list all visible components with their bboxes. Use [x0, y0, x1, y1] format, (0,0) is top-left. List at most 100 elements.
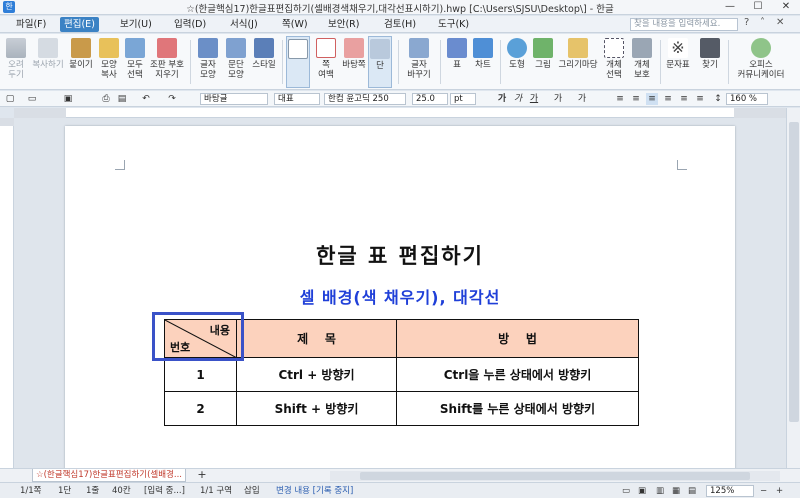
menu-review[interactable]: 검토(H) [380, 17, 420, 32]
undo-icon[interactable]: ↶ [140, 93, 152, 105]
minimize-button[interactable]: — [716, 0, 744, 15]
find-button[interactable]: 찾기 [696, 36, 724, 88]
drawing-gallery-button[interactable]: 그리기마당 [556, 36, 600, 88]
status-page[interactable]: 1/1쪽 [20, 485, 42, 497]
paste-button[interactable]: 붙이기 [66, 36, 96, 88]
close-button[interactable]: ✕ [772, 0, 800, 15]
cut-button[interactable]: 오려 두기 [2, 36, 30, 88]
status-mode[interactable]: 삽입 [244, 485, 260, 497]
view-zoom-icon[interactable]: ▤ [688, 485, 696, 497]
table-cell[interactable]: 2 [164, 391, 237, 426]
strike-icon[interactable]: 가 [552, 93, 564, 105]
select-all-button[interactable]: 모두 선택 [122, 36, 148, 88]
remove-codes-button[interactable]: 조판 부호 지우기 [148, 36, 186, 88]
columns-icon [370, 39, 390, 59]
maximize-button[interactable]: ☐ [744, 0, 772, 15]
table-cell[interactable]: Ctrl을 누른 상태에서 방향키 [396, 357, 639, 392]
table-cell[interactable]: Shift를 누른 상태에서 방향키 [396, 391, 639, 426]
table-button[interactable]: 표 [444, 36, 470, 88]
status-track-changes[interactable]: 변경 내용 [기록 중지] [276, 485, 353, 497]
page-view-button[interactable] [286, 36, 310, 88]
page-margin-button[interactable]: 쪽 여백 [312, 36, 340, 88]
office-communicator-button[interactable]: 오피스 커뮤니케이터 [732, 36, 790, 88]
align-center-icon[interactable]: ≡ [646, 93, 658, 105]
copy-button[interactable]: 복사하기 [30, 36, 66, 88]
table-cell[interactable]: 1 [164, 357, 237, 392]
replace-chars-button[interactable]: 글자 바꾸기 [402, 36, 436, 88]
help-icon[interactable]: ? [744, 17, 749, 28]
scroll-thumb[interactable] [789, 122, 799, 422]
document-subtitle[interactable]: 셀 배경(색 채우기), 대각선 [65, 284, 735, 308]
preview-icon[interactable]: ▤ [116, 93, 128, 105]
para-shape-button[interactable]: 문단 모양 [222, 36, 250, 88]
picture-button[interactable]: 그림 [530, 36, 556, 88]
table-cell[interactable]: Shift + 방향키 [236, 391, 397, 426]
view-normal-icon[interactable]: ▭ [622, 485, 630, 497]
new-doc-icon[interactable]: ▢ [4, 93, 16, 105]
menu-format[interactable]: 서식(J) [226, 17, 262, 32]
font-select[interactable]: 한컴 윤고딕 250 [324, 93, 406, 105]
bold-icon[interactable]: 가 [496, 93, 508, 105]
hscroll-thumb[interactable] [360, 472, 750, 480]
document-title[interactable]: 한글 표 편집하기 [65, 240, 735, 270]
view-page-icon[interactable]: ▣ [638, 485, 646, 497]
table-cell[interactable]: Ctrl + 방향키 [236, 357, 397, 392]
symbol-button[interactable]: ※ 문자표 [664, 36, 692, 88]
zoom-select[interactable]: 125% [706, 485, 754, 497]
menu-security[interactable]: 보안(R) [324, 17, 364, 32]
shape-button[interactable]: 도형 [504, 36, 530, 88]
font-size-input[interactable]: 25.0 [412, 93, 448, 105]
document-tab[interactable]: ☆(한글핵심17)한글표편집하기(셀배경... [32, 469, 186, 482]
menu-edit[interactable]: 편집(E) [60, 17, 99, 32]
print-icon[interactable]: ⎙ [100, 93, 112, 105]
style-button[interactable]: 스타일 [250, 36, 278, 88]
align-left-icon[interactable]: ≡ [630, 93, 642, 105]
menu-file[interactable]: 파일(F) [12, 17, 50, 32]
table-header-cell[interactable]: 제 목 [236, 319, 397, 358]
ribbon-close-icon[interactable]: ✕ [776, 17, 784, 28]
crop-mark [677, 160, 687, 170]
add-tab-button[interactable]: + [192, 469, 212, 482]
font-unit-select[interactable]: pt [450, 93, 476, 105]
divide-icon[interactable]: ≡ [694, 93, 706, 105]
columns-button[interactable]: 단 [368, 36, 392, 88]
master-page-button[interactable]: 바탕쪽 [340, 36, 368, 88]
ribbon-toggle-icon[interactable]: ˄ [760, 17, 765, 28]
align-justify-icon[interactable]: ≡ [614, 93, 626, 105]
vertical-ruler[interactable] [0, 118, 14, 468]
zoom-in-icon[interactable]: + [776, 485, 783, 497]
object-select-button[interactable]: 개체 선택 [600, 36, 628, 88]
zoom-out-icon[interactable]: − [760, 485, 767, 497]
line-spacing-icon[interactable]: ↕ [712, 93, 724, 105]
open-folder-icon[interactable]: ▭ [26, 93, 38, 105]
save-icon[interactable]: ▣ [62, 93, 74, 105]
horizontal-ruler[interactable] [14, 108, 786, 118]
underline-icon[interactable]: 가 [528, 93, 540, 105]
menu-insert[interactable]: 입력(D) [170, 17, 210, 32]
italic-icon[interactable]: 가 [512, 93, 524, 105]
language-select[interactable]: 대표 [274, 93, 320, 105]
table-row: 2 Shift + 방향키 Shift를 누른 상태에서 방향키 [164, 391, 639, 426]
style-select[interactable]: 바탕글 [200, 93, 268, 105]
object-protect-button[interactable]: 개체 보호 [628, 36, 656, 88]
horizontal-scrollbar[interactable] [330, 471, 780, 481]
format-painter-button[interactable]: 모양 복사 [96, 36, 122, 88]
redo-icon[interactable]: ↷ [166, 93, 178, 105]
menu-page[interactable]: 쪽(W) [278, 17, 312, 32]
view-two-page-icon[interactable]: ▥ [656, 485, 664, 497]
menu-view[interactable]: 보기(U) [116, 17, 156, 32]
view-fit-icon[interactable]: ▦ [672, 485, 680, 497]
distribute-icon[interactable]: ≡ [678, 93, 690, 105]
align-right-icon[interactable]: ≡ [662, 93, 674, 105]
table-header-cell[interactable]: 방 법 [396, 319, 639, 358]
document-page[interactable]: 한글 표 편집하기 셀 배경(색 채우기), 대각선 내용 번호 제 목 방 법 [65, 126, 735, 468]
chart-button[interactable]: 차트 [470, 36, 496, 88]
line-spacing-input[interactable]: 160 % [726, 93, 768, 105]
vertical-scrollbar[interactable] [786, 108, 800, 468]
help-search-input[interactable]: 찾을 내용을 입력하세요. [630, 18, 738, 31]
document-area[interactable]: 한글 표 편집하기 셀 배경(색 채우기), 대각선 내용 번호 제 목 방 법 [14, 118, 786, 468]
ribbon-separator [282, 40, 283, 84]
menu-tools[interactable]: 도구(K) [434, 17, 473, 32]
font-color-icon[interactable]: 가 [576, 93, 588, 105]
char-shape-button[interactable]: 글자 모양 [194, 36, 222, 88]
